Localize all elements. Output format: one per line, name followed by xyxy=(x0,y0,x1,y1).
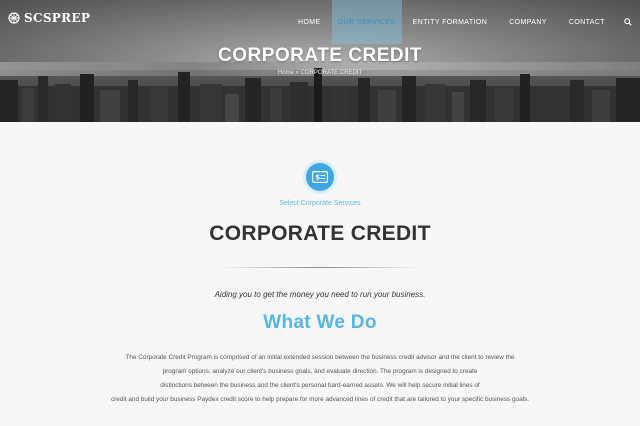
page-title: CORPORATE CREDIT xyxy=(209,222,431,245)
svg-text:$: $ xyxy=(315,174,320,182)
nav-contact[interactable]: CONTACT xyxy=(558,0,616,44)
main-nav: HOME OUR SERVICES ENTITY FORMATION COMPA… xyxy=(287,0,640,44)
tagline: Aiding you to get the money you need to … xyxy=(214,290,426,299)
nav-entity-formation[interactable]: ENTITY FORMATION xyxy=(402,0,499,44)
search-icon[interactable] xyxy=(616,0,640,44)
globe-logo-icon xyxy=(8,12,20,24)
nav-home[interactable]: HOME xyxy=(287,0,332,44)
section-title: What We Do xyxy=(263,312,377,333)
description-line: program options, analyze our client's bu… xyxy=(162,368,478,375)
brand-logo[interactable]: SCSPREP xyxy=(8,11,90,25)
program-description: The Corporate Credit Program is comprise… xyxy=(40,351,600,407)
dollar-card-icon: $ xyxy=(306,163,334,191)
nav-our-services[interactable]: OUR SERVICES xyxy=(331,0,402,44)
description-line: credit and build your business Paydex cr… xyxy=(110,396,530,403)
hero-title: CORPORATE CREDIT xyxy=(218,45,422,66)
main-content: $ Select Corporate Services CORPORATE CR… xyxy=(0,122,640,426)
description-line: distinctions between the business and th… xyxy=(160,382,480,389)
title-divider xyxy=(220,267,420,268)
brand-name: SCSPREP xyxy=(24,11,91,25)
search-icon-glyph xyxy=(624,18,632,26)
select-services-link[interactable]: Select Corporate Services xyxy=(0,200,640,207)
breadcrumb[interactable]: Home » CORPORATE CREDIT xyxy=(0,70,640,76)
nav-company[interactable]: COMPANY xyxy=(498,0,558,44)
dollar-card-glyph: $ xyxy=(312,171,328,183)
description-line: The Corporate Credit Program is comprise… xyxy=(125,354,515,361)
